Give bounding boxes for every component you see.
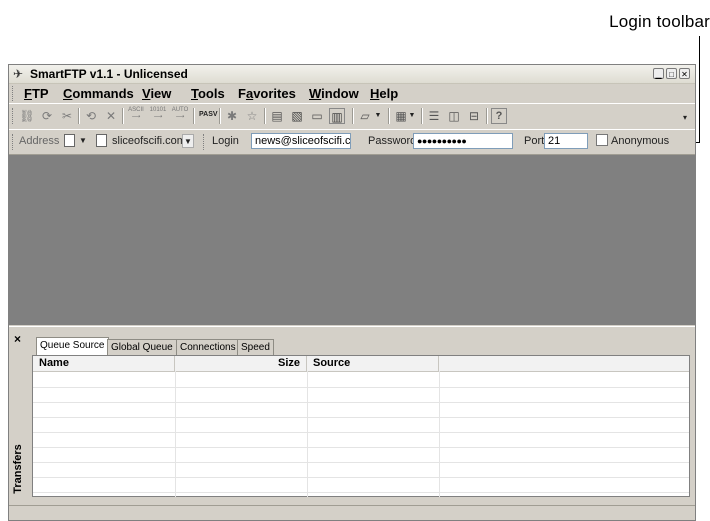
connect-icon[interactable]: ⛓ [19,108,35,124]
disconnect-icon[interactable]: ✂ [59,108,75,124]
row-divider [33,462,689,463]
chevron-down-icon[interactable]: ▼ [373,108,383,124]
log-icon[interactable]: ▧ [289,108,305,124]
toolbar-separator [78,108,80,124]
app-window: ✈ SmartFTP v1.1 - Unlicensed ▁ □ ✕ FTP C… [8,64,696,521]
row-divider [33,477,689,478]
toolbar-separator [193,108,195,124]
menu-commands[interactable]: Commands [63,86,134,101]
page-icon [96,134,107,147]
workspace-area [9,155,695,325]
row-divider [33,402,689,403]
pasv-icon[interactable]: PASV [199,111,218,118]
login-toolbar: Address ▼ sliceofscifi.com/ ▼ Login news… [9,129,695,155]
menu-ftp[interactable]: FTP [24,86,49,101]
row-divider [33,492,689,493]
anonymous-label: Anonymous [611,135,670,147]
tab-global-queue[interactable]: Global Queue [107,339,177,355]
toolbar-separator [486,108,488,124]
ascii-mode-icon[interactable]: ASCII ⟶ [127,107,145,121]
chevron-down-icon[interactable]: ▼ [407,108,417,124]
toolbar-grip[interactable] [12,108,15,124]
folder-dropdown-icon[interactable]: ▱ [357,108,373,124]
chevron-down-icon[interactable]: ▼ [77,134,89,148]
password-input[interactable]: ●●●●●●●●●● [413,133,513,149]
toolbar-separator [264,108,266,124]
menu-help[interactable]: Help [370,86,398,101]
minimize-button[interactable]: ▁ [653,68,664,79]
column-divider [439,371,440,497]
row-divider [33,447,689,448]
menubar-grip[interactable] [12,86,15,101]
password-label: Password [368,135,417,147]
tab-connections[interactable]: Connections [176,339,240,355]
queue-list[interactable]: Name Size Source [32,355,690,497]
status-bar [9,505,695,520]
layout-horizontal-icon[interactable]: ☰ [426,108,442,124]
toolbar-separator [421,108,423,124]
row-divider [33,432,689,433]
login-grip[interactable] [203,134,206,150]
tab-speed[interactable]: Speed [237,339,274,355]
folder-icon[interactable]: ▭ [309,108,325,124]
remote-browser-icon[interactable]: ▥ [329,108,345,124]
transfers-panel: × Transfers Queue Source Global Queue Co… [9,326,695,504]
column-header-source[interactable]: Source [307,356,439,371]
toolbar-overflow-icon[interactable]: ▾ [677,110,693,126]
menu-favorites[interactable]: Favorites [238,86,296,101]
transfers-panel-title: Transfers [12,444,24,494]
binary-mode-icon[interactable]: 10101 ⟶ [149,107,167,121]
menu-bar: FTP Commands View Tools Favorites Window… [9,84,695,103]
port-label: Port [524,135,545,147]
column-divider [175,371,176,497]
callout-label: Login toolbar [609,12,710,31]
maximize-button[interactable]: □ [666,68,677,79]
layout-vertical-icon[interactable]: ◫ [446,108,462,124]
main-toolbar: ⛓ ⟳ ✂ ⟲ ✕ ASCII ⟶ 10101 ⟶ AUTO ⟶ PASV ✱ ☆ ▤… [9,103,695,128]
transfer-icon[interactable]: ▤ [269,108,285,124]
refresh-icon[interactable]: ⟲ [83,108,99,124]
column-header-name[interactable]: Name [33,356,175,371]
address-dropdown-button[interactable]: ▼ [182,134,194,148]
title-bar[interactable]: ✈ SmartFTP v1.1 - Unlicensed ▁ □ ✕ [9,65,695,84]
toolbar-separator [388,108,390,124]
layout-tile-icon[interactable]: ⊟ [466,108,482,124]
new-document-icon[interactable] [64,134,75,147]
callout-line [699,36,700,142]
login-input[interactable]: news@sliceofscifi.co [251,133,351,149]
column-header-size[interactable]: Size [175,356,307,371]
close-panel-button[interactable]: × [14,332,21,346]
addressbar-grip[interactable] [12,134,15,150]
row-divider [33,417,689,418]
address-value[interactable]: sliceofscifi.com/ [112,135,189,147]
favorite-add-icon[interactable]: ✱ [224,108,240,124]
toolbar-separator [352,108,354,124]
login-label: Login [212,135,239,147]
row-divider [33,387,689,388]
menu-window[interactable]: Window [309,86,359,101]
help-icon[interactable]: ? [491,108,507,124]
close-button[interactable]: ✕ [679,68,690,79]
anonymous-checkbox[interactable] [596,134,608,146]
toolbar-separator [219,108,221,124]
tab-queue-source[interactable]: Queue Source [36,337,109,356]
address-label: Address [19,135,60,147]
smartftp-logo-icon: ✈ [13,67,24,81]
menu-tools[interactable]: Tools [191,86,225,101]
stop-icon[interactable]: ✕ [103,108,119,124]
window-title: SmartFTP v1.1 - Unlicensed [30,67,188,81]
toolbar-separator [122,108,124,124]
auto-mode-icon[interactable]: AUTO ⟶ [171,107,189,121]
reconnect-icon[interactable]: ⟳ [39,108,55,124]
port-input[interactable]: 21 [544,133,588,149]
menu-view[interactable]: View [142,86,171,101]
column-divider [307,371,308,497]
favorite-icon[interactable]: ☆ [244,108,260,124]
